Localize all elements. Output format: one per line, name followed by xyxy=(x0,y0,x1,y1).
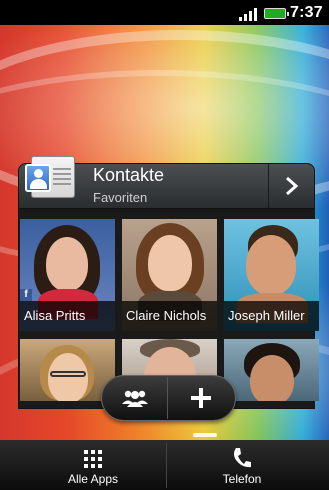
page-indicator xyxy=(193,433,217,437)
add-contact-button[interactable] xyxy=(168,377,234,419)
all-apps-label: Alle Apps xyxy=(67,472,119,486)
contact-tile[interactable]: f Alisa Pritts xyxy=(20,219,115,331)
widget-title: Kontakte xyxy=(93,165,165,185)
people-icon xyxy=(121,390,148,407)
next-page-button[interactable] xyxy=(268,164,314,208)
contact-tile[interactable]: Joseph Miller xyxy=(224,219,319,331)
groups-button[interactable] xyxy=(103,377,166,419)
grid-icon xyxy=(84,450,102,468)
contact-name: Claire Nichols xyxy=(122,301,217,331)
phone-button[interactable]: Telefon xyxy=(167,441,317,490)
contact-tile[interactable]: Claire Nichols xyxy=(122,219,217,331)
contact-tile[interactable] xyxy=(224,339,319,401)
status-time: 7:37 xyxy=(290,4,323,21)
widget-subtitle[interactable]: Favoriten xyxy=(93,190,147,205)
all-apps-button[interactable]: Alle Apps xyxy=(20,441,166,490)
contact-name: Joseph Miller xyxy=(224,301,319,331)
chevron-right-icon xyxy=(285,176,298,196)
facebook-badge: f xyxy=(20,289,32,301)
battery-icon xyxy=(264,8,289,19)
phone-icon xyxy=(234,448,251,468)
signal-icon xyxy=(239,7,259,21)
contact-name: Alisa Pritts xyxy=(20,301,115,331)
contacts-app-icon xyxy=(23,152,79,202)
phone-label: Telefon xyxy=(222,472,262,486)
plus-icon xyxy=(191,388,211,408)
